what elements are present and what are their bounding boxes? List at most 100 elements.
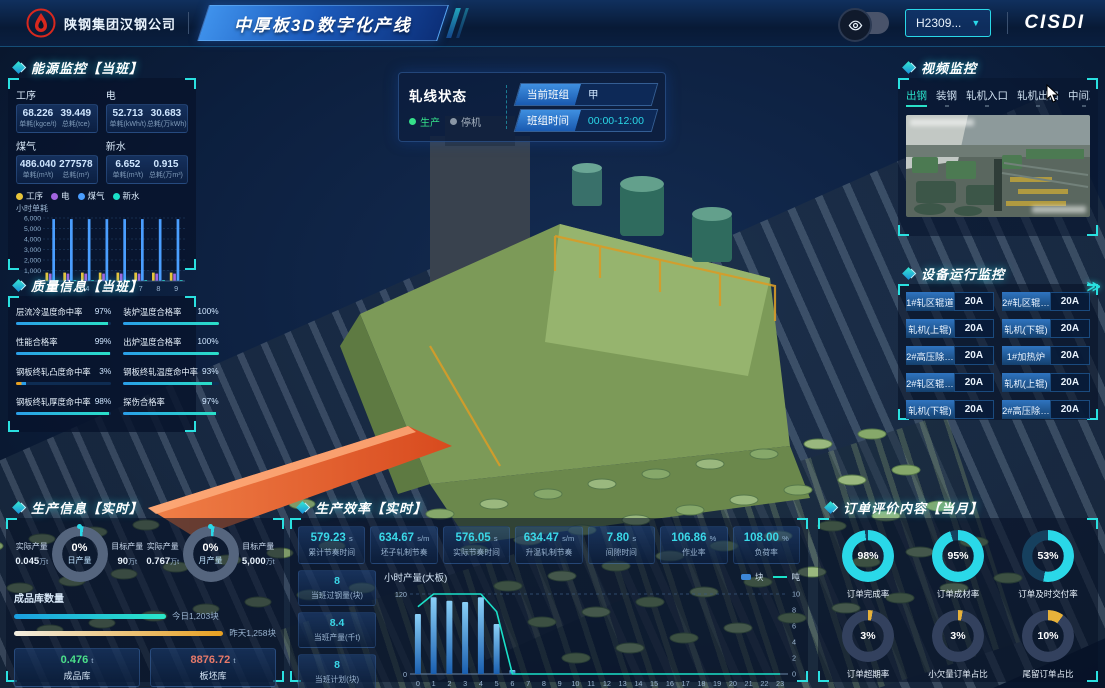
warehouse-cards: 0.476 t 成品库 8876.72 t 板坯库 xyxy=(14,648,276,687)
svg-text:4: 4 xyxy=(792,638,796,647)
equipment-row: 2#轧区辊…20A xyxy=(1002,292,1090,311)
eye-icon xyxy=(838,8,872,42)
video-tab-3[interactable]: 轧机出口 xyxy=(1017,88,1059,107)
page-title: 中厚板3D数字化产线 xyxy=(234,11,412,36)
gray-dot-icon xyxy=(450,118,457,125)
svg-text:23: 23 xyxy=(776,679,784,688)
equipment-panel: 1#轧区辊道20A 2#轧区辊…20A 轧机(上辊)20A 轧机(下辊)20A … xyxy=(898,284,1098,420)
camera-frame xyxy=(906,115,1090,217)
quality-metric: 钢板终轧温度命中率93% xyxy=(123,366,218,385)
efficiency-panel: 579.23 s 累计节奏时间 634.67 s/m 坯子轧制节奏 576.05… xyxy=(290,518,808,682)
energy-stat-cell: 电 52.713单耗(kWh/t) 30.683总耗(万kWh) xyxy=(106,86,188,133)
cisdi-logo: CISDI xyxy=(1024,12,1085,34)
warehouse-card: 0.476 t 成品库 xyxy=(14,648,140,687)
hourly-output-chart: 1200024681001234567891011121314151617181… xyxy=(384,584,800,688)
orders-panel-title: 订单评价内容【当月】 xyxy=(826,498,983,517)
video-tab-2[interactable]: 轧机入口 xyxy=(966,88,1008,107)
rolling-status-panel: 轧线状态 生产 停机 当前班组 甲 班组时间 00:00-12:00 xyxy=(398,72,666,142)
panel-expand-icon[interactable]: ≫ xyxy=(1086,278,1101,295)
quality-metric: 出炉温度合格率100% xyxy=(123,336,218,355)
svg-text:20: 20 xyxy=(729,679,737,688)
quality-metric: 性能合格率99% xyxy=(16,336,111,355)
status-divider xyxy=(506,85,507,129)
equipment-row: 轧机(上辊)20A xyxy=(906,319,994,338)
svg-text:8: 8 xyxy=(792,606,796,615)
energy-chart-ylabel: 小时单耗 xyxy=(16,203,188,214)
daily-ring: 0%日产量 xyxy=(52,526,108,582)
svg-text:2: 2 xyxy=(792,654,796,663)
svg-text:9: 9 xyxy=(558,679,562,688)
svg-text:2: 2 xyxy=(447,679,451,688)
svg-text:1,000: 1,000 xyxy=(24,268,41,275)
diamond-icon xyxy=(824,501,837,514)
svg-text:17: 17 xyxy=(682,679,690,688)
svg-text:6: 6 xyxy=(510,679,514,688)
energy-stat-cell: 工序 68.226单耗(kgce/t) 39.449总耗(tce) xyxy=(16,86,98,133)
svg-text:3,000: 3,000 xyxy=(24,247,41,254)
stock-section-title: 成品库数量 xyxy=(14,590,276,605)
efficiency-stat: 106.86 % 作业率 xyxy=(660,526,727,564)
energy-stat-cell: 新水 6.652单耗(m³/t) 0.915总耗(万m³) xyxy=(106,137,188,184)
video-panel: 出钢 装钢 轧机入口 轧机出口 中间冷 电动热… xyxy=(898,78,1098,236)
energy-panel: 工序 68.226单耗(kgce/t) 39.449总耗(tce) 电 52.7… xyxy=(8,78,196,270)
svg-text:7: 7 xyxy=(526,679,530,688)
video-camera-tabs: 出钢 装钢 轧机入口 轧机出口 中间冷 电动热… xyxy=(906,88,1090,107)
diamond-icon xyxy=(902,61,915,74)
company-logo-icon xyxy=(26,8,56,38)
efficiency-stat: 7.80 s 间隙时间 xyxy=(588,526,655,564)
device-dropdown[interactable]: H2309... ▼ xyxy=(905,9,991,37)
svg-text:14: 14 xyxy=(634,679,642,688)
efficiency-stat-row: 579.23 s 累计节奏时间 634.67 s/m 坯子轧制节奏 576.05… xyxy=(298,526,800,564)
svg-text:6: 6 xyxy=(792,622,796,631)
legend-stopped: 停机 xyxy=(450,114,481,129)
svg-text:5,000: 5,000 xyxy=(24,226,41,233)
svg-text:0: 0 xyxy=(792,670,796,679)
svg-text:4: 4 xyxy=(479,679,483,688)
quality-metric-grid: 层流冷温度命中率97% 装炉温度合格率100% 性能合格率99% 出炉温度合格率… xyxy=(16,304,188,415)
equipment-row: 2#轧区辊…20A xyxy=(906,373,994,392)
svg-text:5: 5 xyxy=(495,679,499,688)
visibility-toggle[interactable] xyxy=(841,12,889,34)
status-title: 轧线状态 xyxy=(409,85,496,105)
efficiency-stat: 108.00 % 负荷率 xyxy=(733,526,800,564)
svg-text:120: 120 xyxy=(395,590,407,599)
equipment-current-grid: 1#轧区辊道20A 2#轧区辊…20A 轧机(上辊)20A 轧机(下辊)20A … xyxy=(906,292,1090,419)
monthly-ring: 0%月产量 xyxy=(183,526,239,582)
legend-dot-icon xyxy=(78,193,85,200)
quality-panel: 层流冷温度命中率97% 装炉温度合格率100% 性能合格率99% 出炉温度合格率… xyxy=(8,296,196,432)
warehouse-card: 8876.72 t 板坯库 xyxy=(150,648,276,687)
video-tab-1[interactable]: 装钢 xyxy=(936,88,957,107)
equipment-row: 2#高压除…20A xyxy=(1002,400,1090,419)
equipment-row: 2#高压除…20A xyxy=(906,346,994,365)
output-chart-title: 小时产量(大板) xyxy=(384,570,447,584)
page-title-plate: 中厚板3D数字化产线 xyxy=(197,5,448,41)
legend-production: 生产 xyxy=(409,114,440,129)
equipment-row: 1#轧区辊道20A xyxy=(906,292,994,311)
equipment-row: 轧机(下辊)20A xyxy=(906,400,994,419)
efficiency-side-stat: 8 当班过钢量(块) xyxy=(298,570,376,606)
chevron-down-icon: ▼ xyxy=(971,18,980,28)
order-gauge: 95% 订单成材率 xyxy=(916,530,1000,600)
quality-metric: 钢板终轧凸度命中率3% xyxy=(16,366,111,385)
video-tab-0[interactable]: 出钢 xyxy=(906,88,927,107)
quality-metric: 装炉温度合格率100% xyxy=(123,306,218,325)
video-feed[interactable] xyxy=(906,115,1090,217)
order-gauge: 98% 订单完成率 xyxy=(826,530,910,600)
svg-text:16: 16 xyxy=(666,679,674,688)
quality-metric: 钢板终轧厚度命中率98% xyxy=(16,396,111,415)
equipment-row: 轧机(下辊)20A xyxy=(1002,319,1090,338)
efficiency-side-stat: 8.4 当班产量(千t) xyxy=(298,612,376,648)
efficiency-stat: 634.47 s/m 升温轧制节奏 xyxy=(515,526,582,564)
svg-text:0: 0 xyxy=(403,670,407,679)
energy-panel-title: 能源监控【当班】 xyxy=(14,58,143,77)
camera-label-overlay xyxy=(1032,206,1086,213)
svg-text:10: 10 xyxy=(571,679,579,688)
video-tab-4[interactable]: 中间冷 xyxy=(1068,88,1090,107)
svg-text:13: 13 xyxy=(619,679,627,688)
efficiency-stat: 634.67 s/m 坯子轧制节奏 xyxy=(370,526,437,564)
output-chart-legend: 块吨 xyxy=(741,571,800,583)
device-dropdown-value: H2309... xyxy=(916,16,961,30)
efficiency-side-stat: 8 当班计划(块) xyxy=(298,654,376,688)
svg-text:19: 19 xyxy=(713,679,721,688)
legend-dot-icon xyxy=(16,193,23,200)
